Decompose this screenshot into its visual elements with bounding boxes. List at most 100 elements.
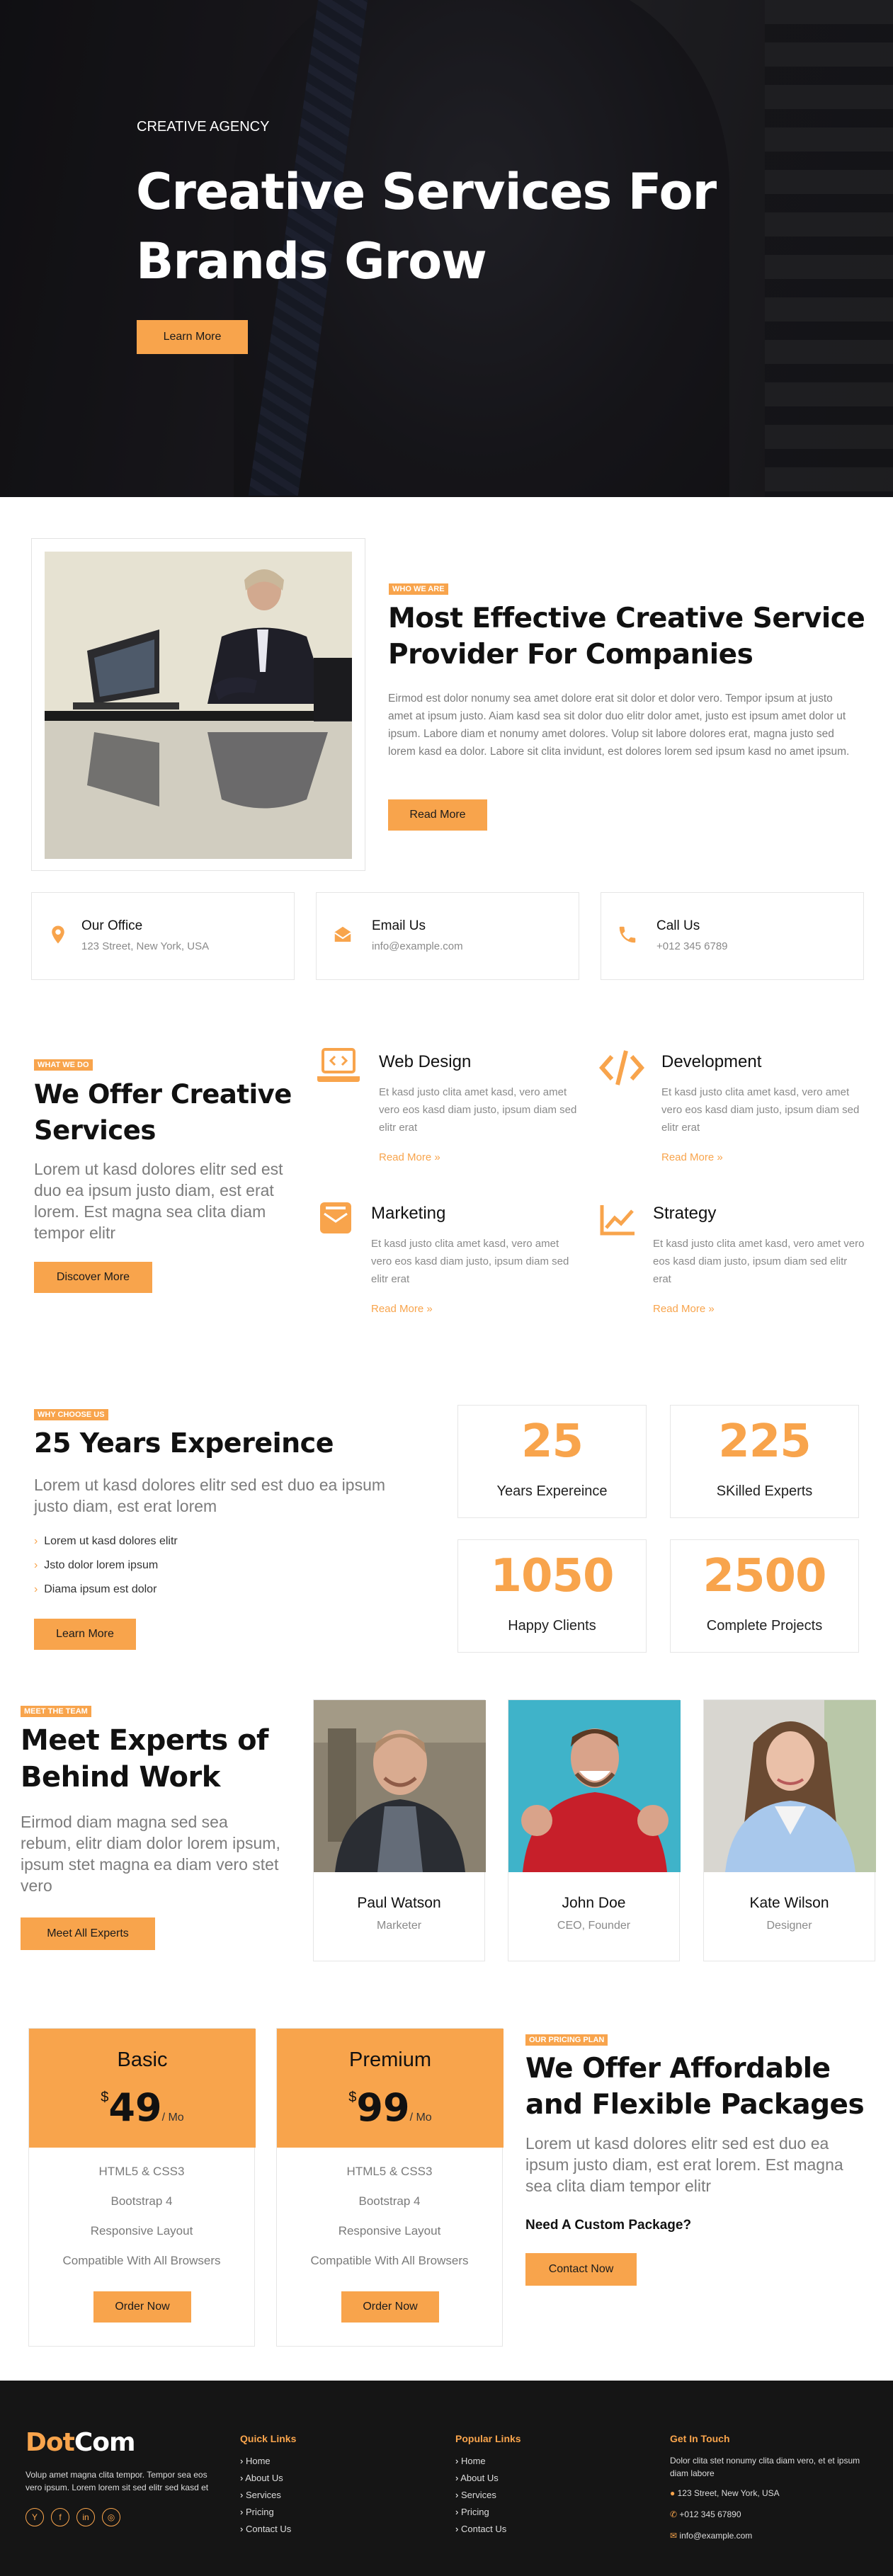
double-chevron-right-icon: »	[708, 1303, 715, 1315]
get-in-touch-title: Get In Touch	[670, 2433, 730, 2444]
footer-link[interactable]: › Contact Us	[455, 2524, 506, 2541]
about-read-more-button[interactable]: Read More	[388, 799, 487, 831]
footer-link[interactable]: › About Us	[455, 2473, 506, 2490]
footer-link[interactable]: › Pricing	[240, 2507, 291, 2524]
footer-phone[interactable]: ✆ +012 345 67890	[670, 2508, 741, 2521]
facebook-icon[interactable]: f	[51, 2508, 69, 2526]
plan-price: $49/ Mo	[101, 2085, 184, 2130]
chevron-right-icon: ›	[240, 2524, 244, 2534]
pricing-card-premium: Premium $99/ Mo HTML5 & CSS3 Bootstrap 4…	[276, 2028, 504, 2347]
why-list-item: › Jsto dolor lorem ipsum	[34, 1559, 159, 1571]
hero-learn-more-button[interactable]: Learn More	[137, 320, 248, 354]
plan-feature: Bootstrap 4	[110, 2194, 173, 2208]
team-member-name: Kate Wilson	[749, 1895, 829, 1911]
contact-phone-value[interactable]: +012 345 6789	[656, 940, 728, 952]
chevron-right-icon: ›	[455, 2524, 459, 2534]
footer-link[interactable]: › Home	[455, 2456, 506, 2473]
footer-link[interactable]: › Services	[240, 2490, 291, 2507]
services-title-line1: We Offer Creative	[34, 1079, 292, 1110]
meet-all-experts-button[interactable]: Meet All Experts	[21, 1917, 155, 1950]
why-tag: WHY CHOOSE US	[34, 1406, 108, 1420]
hero-title-line1: Creative Services For	[136, 163, 717, 221]
envelope-icon: ✉	[670, 2531, 678, 2541]
plan-name: Premium	[348, 2048, 431, 2071]
mail-bulk-icon	[320, 1202, 351, 1233]
team-member-role: Designer	[766, 1920, 812, 1932]
service-strategy: Strategy Et kasd justo clita amet kasd, …	[599, 1198, 868, 1326]
chevron-right-icon: ›	[34, 1559, 38, 1571]
office-photo-illustration	[45, 552, 352, 859]
contact-card-phone: Call Us +012 345 6789	[601, 892, 864, 980]
chevron-right-icon: ›	[240, 2490, 244, 2500]
footer-link[interactable]: › Contact Us	[240, 2524, 291, 2541]
chevron-right-icon: ›	[240, 2473, 244, 2483]
pricing-title-line2: and Flexible Packages	[525, 2089, 865, 2121]
why-learn-more-button[interactable]: Learn More	[34, 1619, 136, 1650]
plan-feature: Bootstrap 4	[358, 2194, 421, 2208]
pricing-title-line1: We Offer Affordable	[525, 2053, 831, 2085]
about-title-line2: Provider For Companies	[388, 639, 753, 671]
why-text: Lorem ut kasd dolores elitr sed est duo …	[34, 1476, 386, 1515]
footer-link[interactable]: › Home	[240, 2456, 291, 2473]
service-strategy-desc: Et kasd justo clita amet kasd, vero amet…	[653, 1238, 865, 1285]
footer-link[interactable]: › Services	[455, 2490, 506, 2507]
services-text: Lorem ut kasd dolores elitr sed est duo …	[34, 1160, 283, 1242]
stat-years-number: 25	[521, 1415, 584, 1468]
why-list-item: › Lorem ut kasd dolores elitr	[34, 1535, 178, 1547]
contact-office-title: Our Office	[81, 918, 143, 933]
service-development-title: Development	[661, 1052, 762, 1071]
chevron-right-icon: ›	[34, 1535, 38, 1547]
order-now-button[interactable]: Order Now	[341, 2291, 439, 2323]
service-marketing-desc: Et kasd justo clita amet kasd, vero amet…	[371, 1238, 569, 1285]
team-member-name: Paul Watson	[357, 1895, 441, 1911]
avatar-john	[508, 1700, 681, 1872]
team-title: Meet Experts of Behind Work	[21, 1722, 268, 1796]
phone-icon: ✆	[670, 2509, 678, 2519]
footer-link[interactable]: › About Us	[240, 2473, 291, 2490]
pricing-title: We Offer Affordable and Flexible Package…	[525, 2051, 865, 2123]
pricing-card-header: Basic $49/ Mo	[29, 2029, 256, 2148]
avatar-paul	[314, 1700, 486, 1872]
linkedin-icon[interactable]: in	[76, 2508, 95, 2526]
footer-link[interactable]: › Pricing	[455, 2507, 506, 2524]
avatar-kate	[704, 1700, 876, 1872]
about-image-frame	[31, 538, 365, 871]
footer-social-links: Y f in ◎	[25, 2508, 120, 2526]
service-development-read-more[interactable]: Read More »	[661, 1151, 723, 1163]
twitter-icon[interactable]: Y	[25, 2508, 44, 2526]
laptop-code-icon	[317, 1048, 360, 1082]
services-tag: WHAT WE DO	[34, 1056, 93, 1071]
discover-more-button[interactable]: Discover More	[34, 1262, 152, 1293]
service-strategy-read-more[interactable]: Read More »	[653, 1303, 715, 1315]
pricing-text: Lorem ut kasd dolores elitr sed est duo …	[525, 2134, 843, 2195]
contact-now-button[interactable]: Contact Now	[525, 2253, 637, 2286]
stat-projects-label: Complete Projects	[706, 1618, 823, 1634]
plan-feature: HTML5 & CSS3	[346, 2165, 433, 2178]
pricing-card-basic: Basic $49/ Mo HTML5 & CSS3 Bootstrap 4 R…	[28, 2028, 256, 2347]
stat-projects-number: 2500	[703, 1550, 826, 1602]
instagram-icon[interactable]: ◎	[102, 2508, 120, 2526]
chevron-right-icon: ›	[34, 1583, 38, 1595]
popular-links-title: Popular Links	[455, 2433, 521, 2444]
contact-phone-title: Call Us	[656, 918, 700, 933]
plan-feature: Responsive Layout	[90, 2224, 193, 2238]
double-chevron-right-icon: »	[434, 1151, 440, 1163]
service-web-design-read-more[interactable]: Read More »	[379, 1151, 440, 1163]
footer-address: ● 123 Street, New York, USA	[670, 2488, 780, 2498]
quick-links-list: › Home › About Us › Services › Pricing ›…	[240, 2456, 291, 2541]
footer-email[interactable]: ✉ info@example.com	[670, 2529, 752, 2542]
why-title: 25 Years Expereince	[34, 1427, 334, 1459]
contact-email-value[interactable]: info@example.com	[372, 940, 463, 952]
pricing-tag: OUR PRICING PLAN	[525, 2031, 608, 2046]
order-now-button[interactable]: Order Now	[93, 2291, 191, 2323]
team-member-role: CEO, Founder	[557, 1920, 631, 1932]
chevron-right-icon: ›	[240, 2507, 244, 2517]
service-marketing-read-more[interactable]: Read More »	[371, 1303, 433, 1315]
team-member-card: Kate Wilson Designer	[703, 1699, 876, 1961]
chevron-right-icon: ›	[455, 2456, 459, 2466]
footer: DotCom Volup amet magna clita tempor. Te…	[0, 2381, 893, 2576]
footer-logo[interactable]: DotCom	[25, 2428, 135, 2457]
team-member-role: Marketer	[376, 1920, 422, 1932]
contact-card-email: Email Us info@example.com	[316, 892, 579, 980]
about-text: Eirmod est dolor nonumy sea amet dolore …	[388, 693, 850, 758]
